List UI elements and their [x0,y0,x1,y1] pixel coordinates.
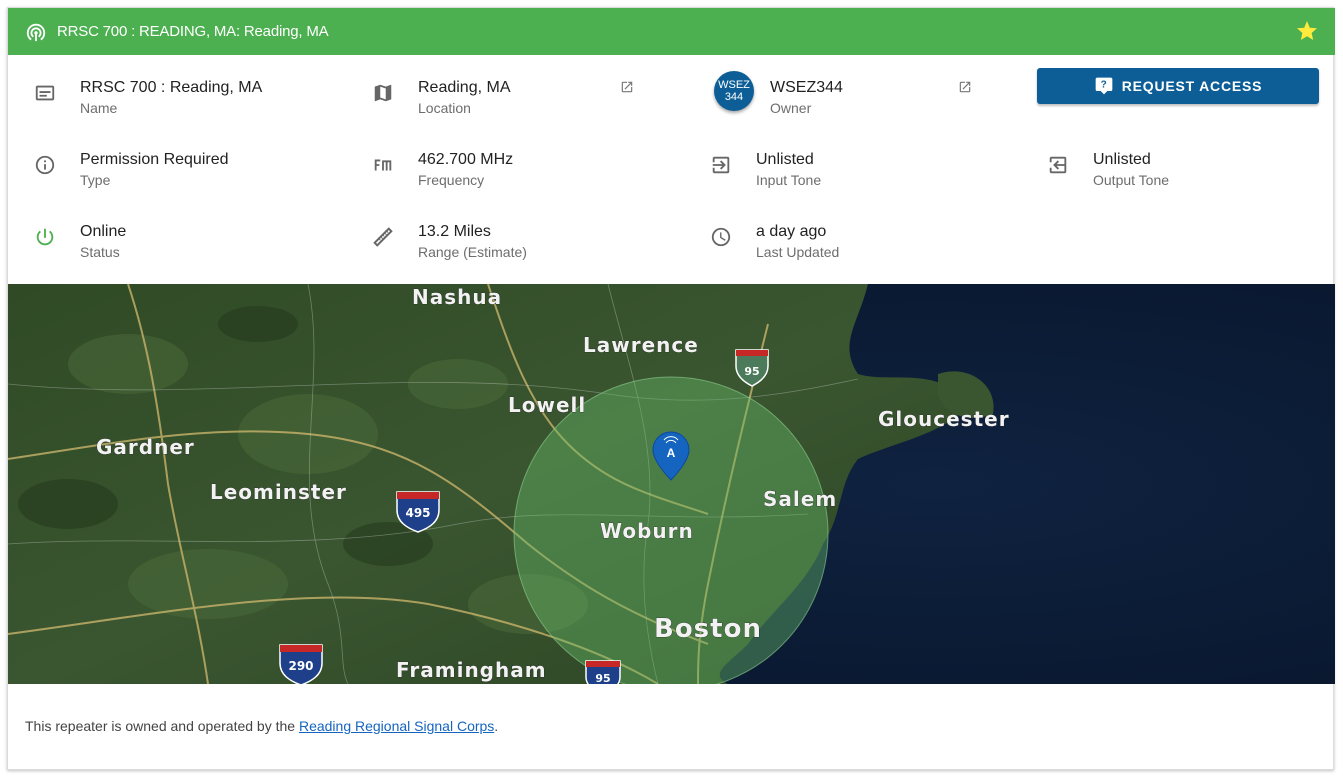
svg-text:95: 95 [744,365,759,378]
map-label-boston: Boston [654,614,762,644]
question-bubble-icon: ? [1094,76,1114,96]
frequency-label: Frequency [418,172,485,188]
fm-icon [371,153,395,177]
favorite-star-icon[interactable] [1295,19,1319,43]
type-value: Permission Required [80,151,229,168]
detail-range: 13.2 Miles Range (Estimate) [346,215,676,265]
owner-label: Owner [770,100,812,116]
location-label: Location [418,100,471,116]
svg-text:495: 495 [405,506,430,520]
name-value: RRSC 700 : Reading, MA [80,79,263,96]
map-label-lowell: Lowell [508,393,586,417]
output-icon [1046,153,1070,177]
map-label-framingham: Framingham [396,658,547,682]
map-label-nashua: Nashua [412,285,502,309]
name-label: Name [80,100,118,116]
page-title: RRSC 700 : READING, MA: Reading, MA [57,23,329,40]
svg-text:95: 95 [595,672,610,684]
map-label-salem: Salem [763,487,837,511]
footer-period: . [494,718,499,734]
card-text-icon [33,81,57,105]
output-tone-label: Output Tone [1093,172,1170,188]
location-external-link-icon[interactable] [620,80,634,99]
detail-input-tone: Unlisted Input Tone [684,143,1014,193]
status-label: Status [80,244,120,260]
request-access-label: REQUEST ACCESS [1121,78,1263,94]
last-updated-value: a day ago [756,223,827,240]
output-tone-value: Unlisted [1093,151,1151,168]
last-updated-label: Last Updated [756,244,840,260]
svg-text:290: 290 [288,659,313,673]
input-tone-label: Input Tone [756,172,822,188]
footer-text: This repeater is owned and operated by t… [25,718,299,734]
type-label: Type [80,172,111,188]
range-label: Range (Estimate) [418,244,527,260]
avatar-line-1: WSEZ [718,79,750,91]
map-label-lawrence: Lawrence [583,333,699,357]
map-label-gloucester: Gloucester [878,407,1010,431]
detail-status: Online Status [8,215,338,265]
card-header: RRSC 700 : READING, MA: Reading, MA [8,8,1335,55]
repeater-card: RRSC 700 : READING, MA: Reading, MA RRSC… [7,7,1335,770]
detail-name: RRSC 700 : Reading, MA Name [8,71,338,121]
clock-icon [709,225,733,249]
input-tone-value: Unlisted [756,151,814,168]
owner-value: WSEZ344 [770,79,843,96]
interstate-shield-95-south: 95 [585,660,621,684]
map-icon [371,81,395,105]
detail-type: Permission Required Type [8,143,338,193]
svg-text:A: A [667,446,676,460]
detail-frequency: 462.700 MHz Frequency [346,143,676,193]
request-access-button[interactable]: ? REQUEST ACCESS [1037,68,1319,104]
input-icon [709,153,733,177]
frequency-value: 462.700 MHz [418,151,514,168]
owner-organization-link[interactable]: Reading Regional Signal Corps [299,718,494,734]
range-value: 13.2 Miles [418,223,491,240]
location-value: Reading, MA [418,79,511,96]
svg-text:?: ? [1100,80,1107,91]
owner-avatar[interactable]: WSEZ 344 [714,71,754,111]
avatar-line-2: 344 [724,91,744,103]
coverage-map[interactable]: Nashua Lawrence Lowell Gloucester Gardne… [8,284,1335,684]
info-icon [33,153,57,177]
map-label-leominster: Leominster [210,480,347,504]
detail-output-tone: Unlisted Output Tone [1021,143,1343,193]
power-icon [33,225,57,249]
broadcast-icon [25,21,47,43]
owner-external-link-icon[interactable] [958,80,972,99]
detail-last-updated: a day ago Last Updated [684,215,1014,265]
map-label-gardner: Gardner [96,435,195,459]
status-value: Online [80,223,127,240]
ownership-footer: This repeater is owned and operated by t… [25,718,498,734]
ruler-icon [371,225,395,249]
map-label-woburn: Woburn [600,519,694,543]
